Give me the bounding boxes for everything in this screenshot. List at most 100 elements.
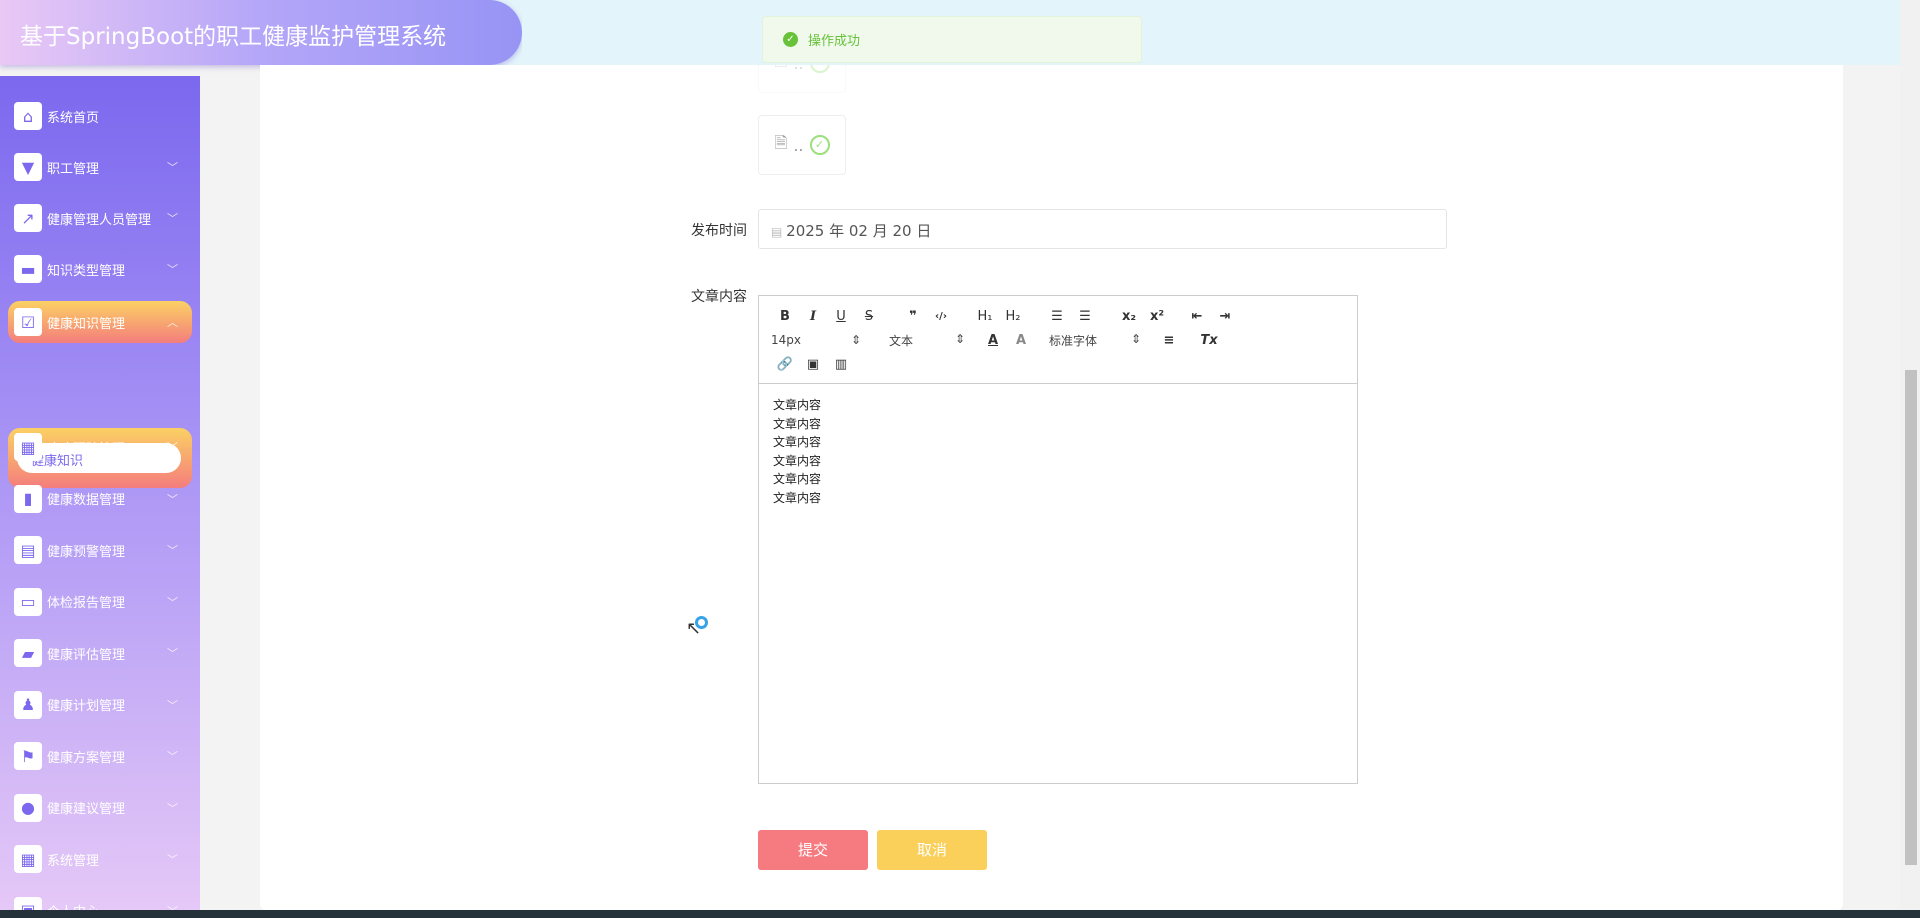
sidebar-item-label: 健康预警管理 xyxy=(47,544,126,560)
subscript-icon[interactable]: x₂ xyxy=(1115,309,1143,324)
chevron-down-icon: ﹀ xyxy=(167,750,178,763)
chevron-down-icon: ﹀ xyxy=(167,441,178,454)
app-title: 基于SpringBoot的职工健康监护管理系统 xyxy=(20,24,447,50)
editor-toolbar: B I U S ❞ ‹/› H₁ H₂ ☰ ☰ x₂ x² ⇤ ⇥ 14px ⇕ … xyxy=(759,296,1357,384)
chevron-down-icon: ﹀ xyxy=(167,263,178,276)
sidebar-item-label: 系统首页 xyxy=(47,110,100,126)
code-block-icon[interactable]: ‹/› xyxy=(927,311,955,322)
publish-time-label: 发布时间 xyxy=(691,223,747,239)
chevron-down-icon: ﹀ xyxy=(167,161,178,174)
rich-text-editor: B I U S ❞ ‹/› H₁ H₂ ☰ ☰ x₂ x² ⇤ ⇥ 14px ⇕ … xyxy=(758,295,1358,784)
briefcase-icon: ▬ xyxy=(14,255,42,283)
underline-icon[interactable]: U xyxy=(827,309,855,324)
image-icon[interactable]: ▣ xyxy=(799,357,827,372)
submit-button[interactable]: 提交 xyxy=(758,830,868,870)
sidebar-item-label: 疾病预防管理 xyxy=(47,441,126,457)
ordered-list-icon[interactable]: ☰ xyxy=(1043,309,1071,324)
stamp-icon: ♟ xyxy=(14,690,42,719)
header-bar xyxy=(522,0,1900,65)
chevron-down-icon: ﹀ xyxy=(167,492,178,506)
success-icon: ✓ xyxy=(783,32,798,47)
sidebar-item[interactable]: ▬ 知识类型管理 ﹀ xyxy=(8,248,192,290)
updown-icon: ⇕ xyxy=(954,331,965,346)
bullet-list-icon[interactable]: ☰ xyxy=(1071,309,1099,324)
chevron-down-icon: ﹀ xyxy=(167,801,178,815)
sidebar-item[interactable]: ▦ 疾病预防管理 ﹀ xyxy=(8,426,192,468)
chevron-up-icon: ︿ xyxy=(167,316,178,329)
sidebar-item-label: 健康知识管理 xyxy=(47,316,126,332)
sidebar-item[interactable]: ▮ 健康数据管理 ﹀ xyxy=(8,478,192,520)
sidebar-item-label: 知识类型管理 xyxy=(47,263,126,279)
check-circle-icon: ✓ xyxy=(809,135,830,155)
blockquote-icon[interactable]: ❞ xyxy=(899,309,927,324)
success-toast: ✓ 操作成功 xyxy=(762,16,1142,63)
publish-time-input[interactable]: ▤ 2025 年 02 月 20 日 xyxy=(758,209,1447,249)
bulb-icon: ● xyxy=(14,793,42,822)
h1-icon[interactable]: H₁ xyxy=(971,309,999,324)
align-icon[interactable]: ≡ xyxy=(1155,333,1183,348)
editor-content[interactable]: 文章内容 文章内容 文章内容 文章内容 文章内容 文章内容 xyxy=(759,384,1357,519)
header-select[interactable]: 文本 ⇕ xyxy=(875,332,979,349)
chevron-down-icon: ﹀ xyxy=(167,544,178,557)
scrollbar[interactable] xyxy=(1900,0,1920,918)
background-color-icon[interactable]: A xyxy=(1007,333,1035,348)
wallet-icon: ▰ xyxy=(14,639,42,667)
file-name: .. xyxy=(793,135,804,155)
uploaded-file[interactable]: 🗎..✓ xyxy=(758,115,846,175)
outdent-icon[interactable]: ⇤ xyxy=(1183,309,1211,324)
cancel-button[interactable]: 取消 xyxy=(877,830,987,870)
strike-icon[interactable]: S xyxy=(855,309,883,324)
content-line: 文章内容 xyxy=(773,435,822,449)
chevron-down-icon: ﹀ xyxy=(167,212,178,225)
sidebar-item[interactable]: ⌂ 系统首页 xyxy=(8,95,192,137)
flag-icon: ⚑ xyxy=(14,742,42,770)
chevron-down-icon: ﹀ xyxy=(167,698,178,712)
calendar-icon: ▤ xyxy=(771,225,787,239)
sidebar-item-label: 体检报告管理 xyxy=(47,596,126,611)
h2-icon[interactable]: H₂ xyxy=(999,309,1027,324)
scrollbar-thumb[interactable] xyxy=(1905,370,1917,865)
sidebar-item-label: 健康数据管理 xyxy=(47,493,126,508)
sidebar-item[interactable]: ▭ 体检报告管理 ﹀ xyxy=(8,581,192,623)
font-family-select[interactable]: 标准字体 ⇕ xyxy=(1035,332,1155,349)
sidebar-item[interactable]: ▤ 健康预警管理 ﹀ xyxy=(8,529,192,571)
sidebar-item[interactable]: ▼ 职工管理 ﹀ xyxy=(8,146,192,188)
font-family-value: 标准字体 xyxy=(1049,333,1098,348)
sidebar-item[interactable]: ● 健康建议管理 ﹀ xyxy=(8,787,192,829)
video-icon[interactable]: ▥ xyxy=(827,357,855,372)
font-size-value: 14px xyxy=(771,333,801,347)
monitor-icon: ▭ xyxy=(14,587,42,616)
sidebar-item-label: 职工管理 xyxy=(47,161,100,177)
chevron-down-icon: ﹀ xyxy=(167,595,178,609)
publish-time-value: 2025 年 02 月 20 日 xyxy=(786,222,932,240)
sidebar: 健康知识 ⌂ 系统首页 ▼ 职工管理 ﹀ ↗ 健康管理人员管理 ﹀ ▬ 知识类型管理 ﹀ ☑ 健康知识管… xyxy=(0,76,200,918)
updown-icon: ⇕ xyxy=(850,333,861,347)
link-icon[interactable]: 🔗 xyxy=(771,357,799,372)
brush-icon: ▼ xyxy=(14,153,42,181)
sidebar-item[interactable]: ▰ 健康评估管理 ﹀ xyxy=(8,632,192,674)
app-title-banner: 基于SpringBoot的职工健康监护管理系统 xyxy=(0,0,522,65)
italic-icon[interactable]: I xyxy=(799,309,827,324)
sidebar-item-label: 健康方案管理 xyxy=(47,750,126,766)
superscript-icon[interactable]: x² xyxy=(1143,309,1171,324)
sidebar-item[interactable]: ▦ 系统管理 ﹀ xyxy=(8,838,192,880)
font-color-icon[interactable]: A xyxy=(979,333,1007,348)
content-line: 文章内容 xyxy=(773,472,822,486)
header-value: 文本 xyxy=(889,333,914,348)
file-icon: 🗎 xyxy=(774,132,788,152)
bold-icon[interactable]: B xyxy=(771,309,799,324)
clear-format-icon[interactable]: Tx xyxy=(1195,333,1223,348)
clipboard-check-icon: ☑ xyxy=(14,308,42,336)
sidebar-item[interactable]: ☑ 健康知识管理 ︿ xyxy=(8,301,192,343)
updown-icon: ⇕ xyxy=(1130,331,1141,346)
sidebar-item[interactable]: ⚑ 健康方案管理 ﹀ xyxy=(8,735,192,777)
sidebar-item[interactable]: ↗ 健康管理人员管理 ﹀ xyxy=(8,197,192,239)
toast-message: 操作成功 xyxy=(808,34,861,49)
sidebar-item-label: 系统管理 xyxy=(47,853,100,869)
sidebar-item[interactable]: ♟ 健康计划管理 ﹀ xyxy=(8,684,192,726)
indent-icon[interactable]: ⇥ xyxy=(1211,309,1239,324)
chevron-down-icon: ﹀ xyxy=(167,853,178,866)
sidebar-item-label: 健康建议管理 xyxy=(47,802,126,817)
loading-spinner-icon xyxy=(695,616,708,629)
font-size-select[interactable]: 14px ⇕ xyxy=(771,333,875,347)
